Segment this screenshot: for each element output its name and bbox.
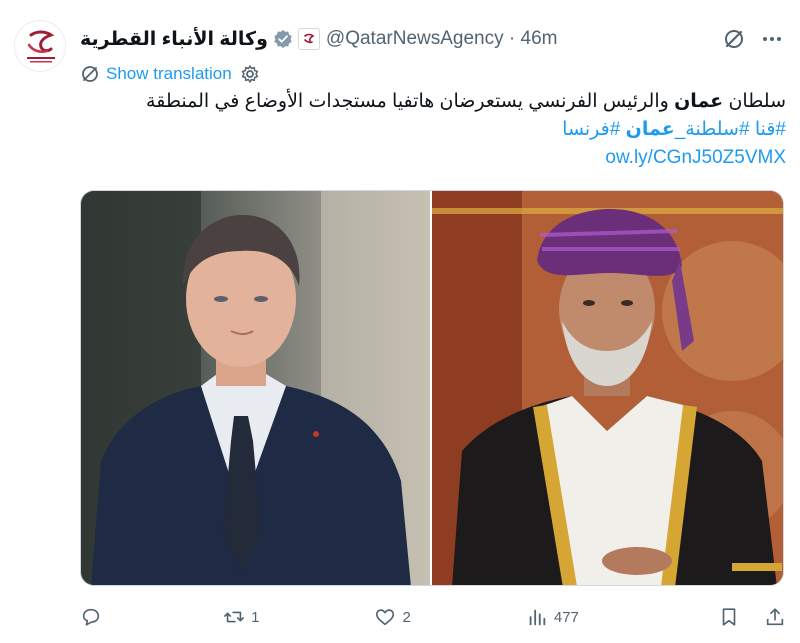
hashtag-segment[interactable]: #سلطنة_ [675,119,750,140]
like-count: 2 [402,608,411,626]
tweet-link[interactable]: ow.ly/CGnJ50Z5VMX [80,144,786,172]
retweet-icon [224,611,245,623]
account-handle[interactable]: @QatarNewsAgency · 46m [326,28,558,50]
share-button[interactable] [764,606,786,628]
handle-text[interactable]: @QatarNewsAgency [326,28,504,49]
like-button[interactable]: 2 [374,606,411,628]
translate-icon [82,66,98,82]
tweet-line-1: سلطان عمان والرئيس الفرنسي يستعرضان هاتف… [80,88,786,116]
action-bar-right [694,606,786,628]
retweet-button[interactable]: 1 [223,606,259,628]
action-bar: 1 2 477 [80,600,786,634]
reply-button[interactable] [80,606,108,628]
bookmark-button[interactable] [718,606,740,628]
grok-icon[interactable] [720,25,748,53]
views-button[interactable]: 477 [526,606,579,628]
hashtag-france[interactable]: #فرنسا [562,119,620,140]
retweet-count: 1 [251,608,260,626]
hashtag-bold-segment[interactable]: عمان [626,119,675,140]
text-bold-segment: عمان [674,91,724,112]
tweet-header: وكالة الأنباء القطرية @QatarNewsAgency ·… [80,24,786,54]
verified-badge-icon [274,29,292,49]
tweet-text: سلطان عمان والرئيس الفرنسي يستعرضان هاتف… [80,88,786,172]
timestamp[interactable]: 46m [521,28,558,49]
heart-icon [376,609,395,626]
avatar[interactable] [14,20,66,72]
display-name[interactable]: وكالة الأنباء القطرية [80,28,268,51]
bookmark-icon [722,608,736,626]
text-segment: والرئيس الفرنسي يستعرضان هاتفيا مستجدات … [146,91,675,112]
gear-icon[interactable] [240,64,260,84]
show-translation-link[interactable]: Show translation [106,64,232,84]
hashtag-sultanate-oman[interactable]: #سلطنة_عمان [626,119,750,140]
text-segment: سلطان [723,91,786,112]
hashtag-qna[interactable]: #قنا [755,119,786,140]
separator: · [508,28,516,49]
share-icon [766,608,784,626]
translation-row: Show translation [80,62,260,86]
photo-man-in-suit[interactable] [81,191,430,585]
qna-logo-icon [27,30,55,63]
photo-man-in-turban[interactable] [432,191,783,585]
affiliate-badge-icon[interactable] [297,28,320,50]
views-icon [529,609,546,626]
reply-icon [82,608,100,626]
more-dots-icon[interactable] [758,25,786,53]
views-count: 477 [553,608,579,626]
hashtags-line: #قنا #سلطنة_عمان #فرنسا [80,116,786,144]
tweet-media[interactable] [80,190,784,586]
